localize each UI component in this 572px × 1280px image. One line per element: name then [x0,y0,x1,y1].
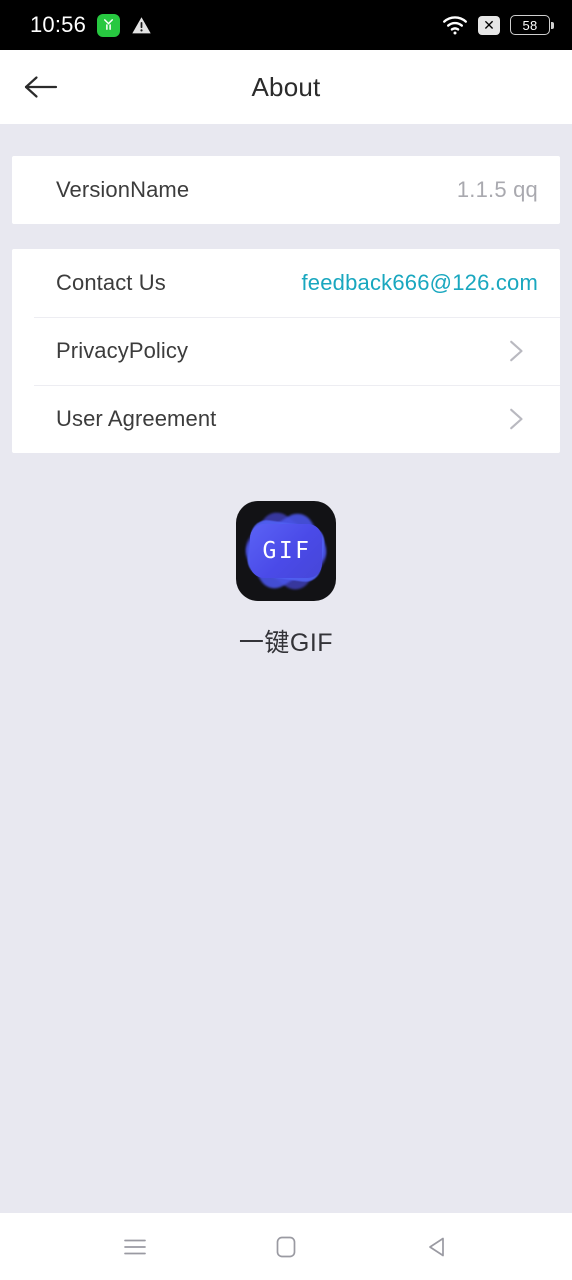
contact-us-right: feedback666@126.com [301,270,538,296]
version-name-value: 1.1.5 qq [456,177,538,202]
status-bar-right: ✕ 58 [442,15,554,35]
arrow-left-icon [24,76,58,98]
wifi-icon [442,15,468,35]
status-bar-left: 10:56 [30,12,152,38]
privacy-policy-label: PrivacyPolicy [56,338,189,363]
chevron-right-icon [510,340,523,362]
system-nav-bar [0,1213,572,1280]
nav-home-button[interactable] [255,1221,317,1273]
warning-triangle-icon [131,15,152,36]
logo-plate: GIF [250,524,322,578]
phone-screen: 10:56 ✕ 58 About VersionName 1.1.5 qq Co… [0,0,572,1280]
privacy-policy-row[interactable]: PrivacyPolicy [12,317,560,385]
version-card: VersionName 1.1.5 qq [12,156,560,224]
version-name-row: VersionName 1.1.5 qq [12,156,560,224]
back-triangle-icon [428,1237,444,1256]
battery-level-text: 58 [522,17,538,33]
privacy-policy-right [502,338,538,364]
no-signal-icon: ✕ [478,15,500,35]
links-card: Contact Us feedback666@126.com PrivacyPo… [12,249,560,453]
nav-recents-button[interactable] [104,1221,166,1273]
user-agreement-label: User Agreement [56,406,217,431]
contact-us-row[interactable]: Contact Us feedback666@126.com [12,249,560,317]
contact-us-label: Contact Us [56,270,166,295]
chevron-right-icon [510,408,523,430]
app-bar: About [0,50,572,124]
user-agreement-row[interactable]: User Agreement [12,385,560,453]
status-clock: 10:56 [30,12,87,37]
app-logo: GIF [236,501,336,601]
content-area: VersionName 1.1.5 qq Contact Us feedback… [0,124,572,1213]
version-name-right: 1.1.5 qq [457,177,538,203]
status-bar: 10:56 ✕ 58 [0,0,572,50]
green-app-icon [97,13,121,37]
menu-icon [124,1239,147,1254]
battery-icon: 58 [510,15,554,35]
version-name-label: VersionName [56,177,190,202]
app-identity: GIF 一键GIF [0,501,572,659]
nav-back-button[interactable] [406,1221,468,1273]
back-button[interactable] [10,56,72,118]
home-square-icon [276,1236,296,1257]
page-title: About [251,71,321,102]
contact-email-value[interactable]: feedback666@126.com [301,270,538,296]
user-agreement-right [502,406,538,432]
app-name: 一键GIF [238,629,334,657]
logo-text: GIF [262,537,312,564]
